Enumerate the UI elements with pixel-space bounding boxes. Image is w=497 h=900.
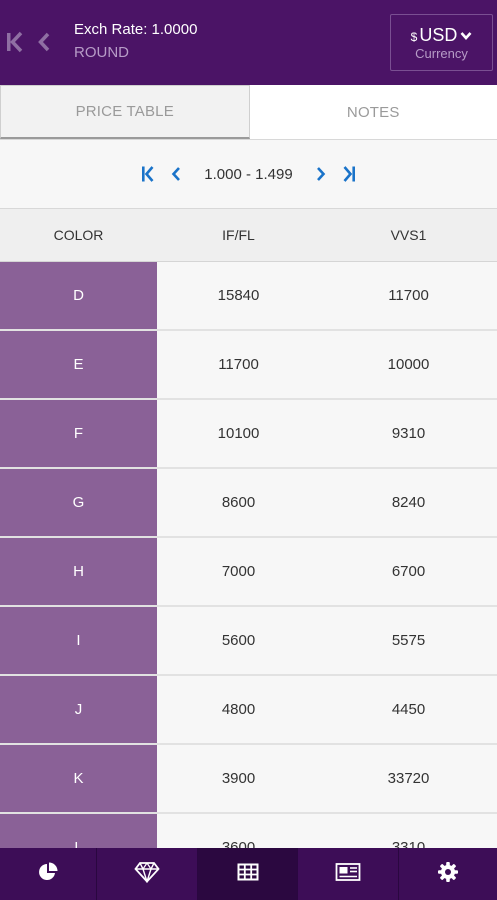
- tab-bar: PRICE TABLE NOTES: [0, 85, 497, 140]
- exchange-rate-label: Exch Rate: 1.0000: [74, 21, 198, 38]
- tab-notes[interactable]: NOTES: [249, 85, 497, 139]
- price-cell: 5600: [157, 607, 320, 674]
- header-info: Exch Rate: 1.0000 ROUND: [74, 20, 197, 63]
- price-cell: 8600: [157, 469, 320, 536]
- price-cell: 7000: [157, 538, 320, 605]
- diamond-icon: [134, 861, 160, 888]
- price-cell: 9310: [320, 400, 497, 467]
- price-cell: 10000: [320, 331, 497, 398]
- table-row: L 3600 3310: [0, 814, 497, 848]
- last-page-icon[interactable]: [335, 160, 363, 188]
- table-row: K 3900 33720: [0, 745, 497, 814]
- nav-diamonds[interactable]: [97, 848, 198, 900]
- nav-settings[interactable]: [399, 848, 497, 900]
- color-grade-cell: G: [0, 469, 157, 536]
- app-header: Exch Rate: 1.0000 ROUND $ USD Currency: [0, 0, 497, 85]
- column-header-vvs1: VVS1: [390, 227, 427, 243]
- table-row: J 4800 4450: [0, 676, 497, 745]
- color-grade-cell: J: [0, 676, 157, 743]
- price-table-header: COLOR IF/FL VVS1: [0, 209, 497, 262]
- pie-chart-icon: [37, 861, 59, 888]
- table-row: I 5600 5575: [0, 607, 497, 676]
- price-cell: 33720: [320, 745, 497, 812]
- color-grade-cell: E: [0, 331, 157, 398]
- bottom-nav-bar: [0, 848, 497, 900]
- currency-symbol: $: [410, 29, 418, 44]
- color-grade-cell: K: [0, 745, 157, 812]
- price-cell: 3600: [157, 814, 320, 848]
- nav-cards[interactable]: [298, 848, 399, 900]
- price-cell: 8240: [320, 469, 497, 536]
- price-cell: 6700: [320, 538, 497, 605]
- color-grade-cell: F: [0, 400, 157, 467]
- currency-code: USD: [419, 24, 458, 45]
- column-header-if-fl: IF/FL: [222, 227, 255, 243]
- table-row: D 15840 11700: [0, 262, 497, 331]
- price-cell: 5575: [320, 607, 497, 674]
- table-row: F 10100 9310: [0, 400, 497, 469]
- price-cell: 15840: [157, 262, 320, 329]
- price-cell: 11700: [320, 262, 497, 329]
- price-cell: 11700: [157, 331, 320, 398]
- nav-stats[interactable]: [0, 848, 97, 900]
- price-cell: 4800: [157, 676, 320, 743]
- table-row: E 11700 10000: [0, 331, 497, 400]
- price-table-body: D 15840 11700 E 11700 10000 F 10100 9310…: [0, 262, 497, 848]
- column-header-color: COLOR: [53, 227, 104, 243]
- table-row: G 8600 8240: [0, 469, 497, 538]
- price-cell: 10100: [157, 400, 320, 467]
- currency-selector[interactable]: $ USD Currency: [390, 14, 493, 71]
- previous-page-icon[interactable]: [162, 160, 190, 188]
- range-pager: 1.000 - 1.499: [0, 140, 497, 209]
- first-page-icon[interactable]: [134, 160, 162, 188]
- color-grade-cell: L: [0, 814, 157, 848]
- shape-label: ROUND: [74, 44, 129, 61]
- currency-label: Currency: [415, 45, 468, 61]
- color-grade-cell: D: [0, 262, 157, 329]
- color-grade-cell: H: [0, 538, 157, 605]
- chevron-down-icon: [460, 31, 472, 41]
- table-row: H 7000 6700: [0, 538, 497, 607]
- price-cell: 4450: [320, 676, 497, 743]
- double-left-arrow-icon[interactable]: [2, 26, 28, 58]
- gear-icon: [437, 861, 459, 888]
- id-card-icon: [335, 862, 361, 887]
- tab-price-table[interactable]: PRICE TABLE: [0, 85, 250, 139]
- color-grade-cell: I: [0, 607, 157, 674]
- next-page-icon[interactable]: [307, 160, 335, 188]
- nav-price-grid[interactable]: [198, 848, 298, 900]
- grid-table-icon: [237, 863, 259, 886]
- price-cell: 3900: [157, 745, 320, 812]
- back-arrow-icon[interactable]: [32, 26, 56, 58]
- carat-range-label: 1.000 - 1.499: [204, 165, 293, 183]
- price-cell: 3310: [320, 814, 497, 848]
